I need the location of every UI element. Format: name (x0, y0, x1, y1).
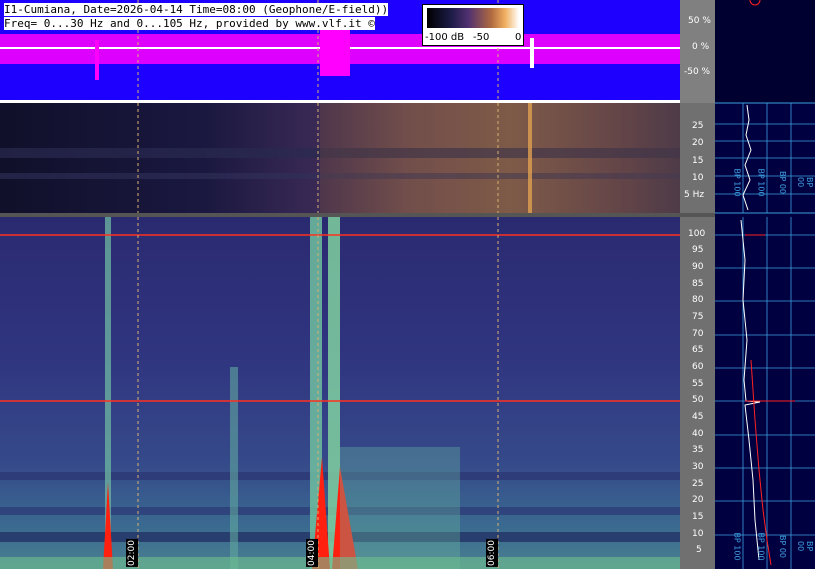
low-freq-tick: 15 (692, 156, 704, 166)
sidebar-top-label: BP 100 (756, 168, 766, 197)
waveform-tick: 0 % (692, 42, 710, 52)
low-freq-tick: 10 (692, 173, 704, 183)
sidebar-bottom-label: BP 00 (796, 541, 814, 552)
main-freq-tick: 55 (692, 379, 704, 389)
main-freq-tick: 10 (692, 529, 704, 539)
main-spectrogram: 02:00 04:00 06:00 (0, 217, 680, 569)
time-label: 04:00 (306, 539, 318, 567)
legend-label-min: -100 dB (425, 32, 465, 43)
low-freq-axis: 25 20 15 10 5 Hz (680, 103, 715, 213)
waveform-axis: 50 % 0 % -50 % (680, 0, 715, 103)
sidebar-bottom-label: BP 100 (756, 532, 766, 561)
main-freq-tick: 70 (692, 329, 704, 339)
legend-label-max: 0 (515, 32, 522, 43)
main-freq-tick: 15 (692, 512, 704, 522)
main-freq-tick: 25 (692, 479, 704, 489)
time-label: 06:00 (486, 539, 498, 567)
waveform-tick: -50 % (684, 67, 711, 77)
main-freq-tick: 100 (688, 229, 706, 239)
low-freq-tick: 5 Hz (684, 190, 705, 200)
main-freq-tick: 20 (692, 495, 704, 505)
main-freq-tick: 30 (692, 462, 704, 472)
main-freq-tick: 85 (692, 279, 704, 289)
low-freq-spectrogram (0, 103, 680, 213)
main-freq-tick: 60 (692, 362, 704, 372)
main-freq-axis: 100 95 90 85 80 75 70 65 60 55 50 45 40 … (680, 217, 715, 569)
sidebar-top-label: BP 00 (796, 177, 814, 188)
spectrum-profile-plot (715, 0, 815, 569)
waveform-tick: 50 % (688, 16, 711, 26)
main-freq-tick: 5 (696, 545, 702, 555)
main-freq-tick: 40 (692, 429, 704, 439)
legend-label-mid: -50 (473, 32, 490, 43)
color-scale-legend: -100 dB -50 0 (422, 4, 524, 46)
sidebar-top-label: BP 100 (732, 168, 742, 197)
sidebar-top-label: BP 00 (778, 170, 788, 195)
main-freq-tick: 35 (692, 445, 704, 455)
sidebar-bottom-label: BP 00 (778, 534, 788, 559)
sidebar-bottom-label: BP 100 (732, 532, 742, 561)
header-line-1: I1-Cumiana, Date=2026-04-14 Time=08:00 (… (4, 3, 389, 16)
main-freq-tick: 50 (692, 395, 704, 405)
low-freq-tick: 20 (692, 138, 704, 148)
header-line-2: Freq= 0...30 Hz and 0...105 Hz, provided… (4, 17, 375, 30)
waveform-panel: I1-Cumiana, Date=2026-04-14 Time=08:00 (… (0, 0, 680, 100)
main-spectrogram-overlay (0, 217, 680, 569)
main-freq-tick: 75 (692, 312, 704, 322)
low-freq-overlay (0, 103, 680, 213)
main-freq-tick: 65 (692, 345, 704, 355)
main-freq-tick: 95 (692, 245, 704, 255)
spectrum-profile-sidebar: BP 100 BP 100 BP 00 BP 00 BP 100 BP 100 … (715, 0, 815, 569)
main-freq-tick: 80 (692, 295, 704, 305)
vlf-spectrogram-view: I1-Cumiana, Date=2026-04-14 Time=08:00 (… (0, 0, 815, 569)
color-scale-bar (427, 8, 519, 28)
main-freq-tick: 90 (692, 262, 704, 272)
low-freq-tick: 25 (692, 121, 704, 131)
time-label: 02:00 (126, 539, 138, 567)
main-freq-tick: 45 (692, 412, 704, 422)
